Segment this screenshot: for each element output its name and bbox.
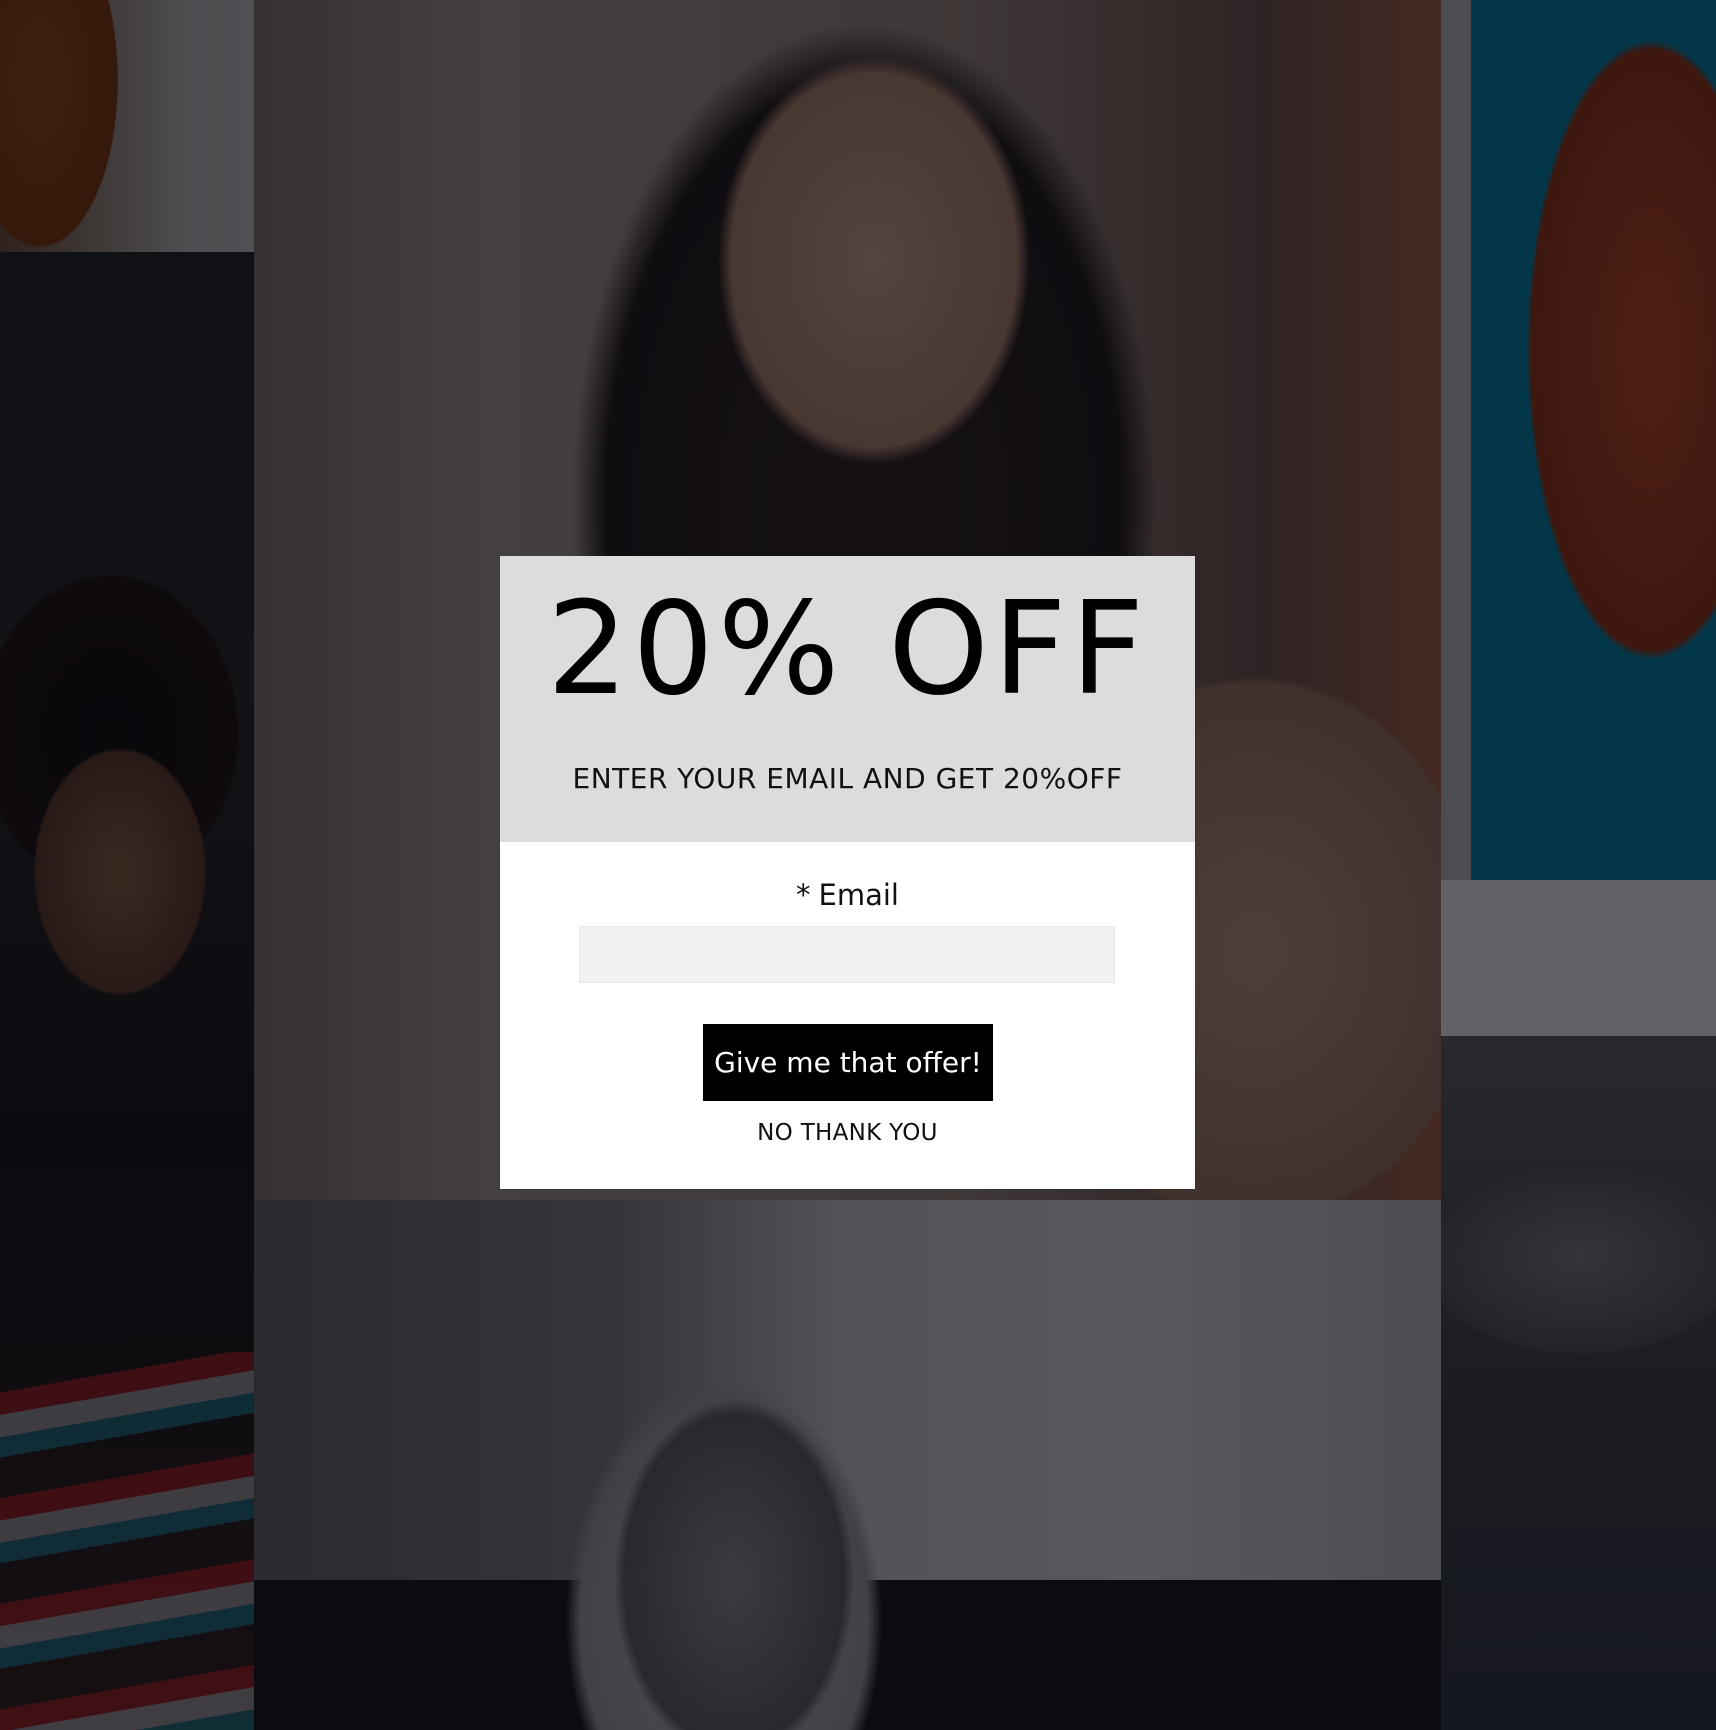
popup-form: * Email Give me that offer! NO THANK YOU bbox=[500, 842, 1195, 1189]
email-label-text: Email bbox=[818, 878, 899, 912]
popup-header: 20% OFF ENTER YOUR EMAIL AND GET 20%OFF bbox=[500, 556, 1195, 842]
email-label: * Email bbox=[500, 878, 1195, 912]
no-thank-you-link[interactable]: NO THANK YOU bbox=[500, 1120, 1195, 1146]
submit-offer-button[interactable]: Give me that offer! bbox=[703, 1024, 993, 1101]
required-marker: * bbox=[796, 878, 811, 912]
popup-subheadline: ENTER YOUR EMAIL AND GET 20%OFF bbox=[572, 762, 1123, 795]
email-field[interactable] bbox=[579, 926, 1115, 983]
page: 20% OFF ENTER YOUR EMAIL AND GET 20%OFF … bbox=[0, 0, 1716, 1730]
popup-headline: 20% OFF bbox=[546, 575, 1149, 724]
discount-popup: 20% OFF ENTER YOUR EMAIL AND GET 20%OFF … bbox=[500, 556, 1195, 1189]
